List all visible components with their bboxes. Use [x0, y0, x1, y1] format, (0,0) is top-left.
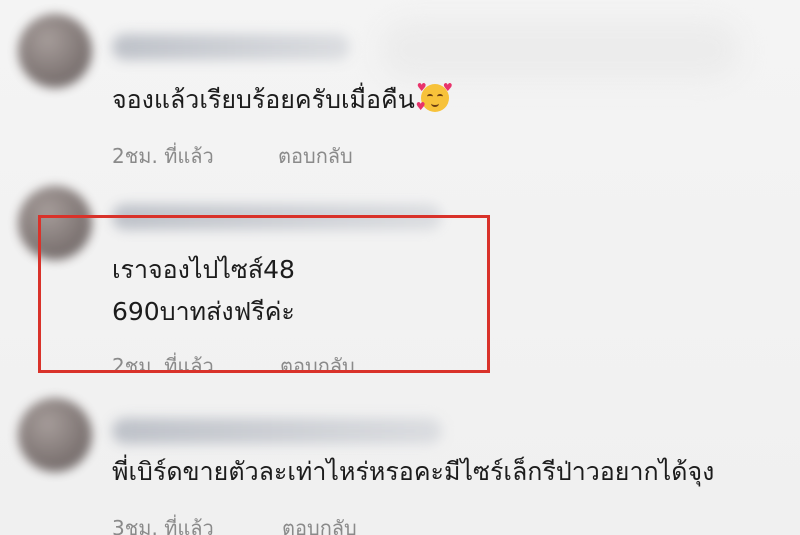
avatar[interactable]	[18, 14, 92, 88]
reply-button[interactable]: ตอบกลับ	[278, 140, 353, 172]
comment-text: จองแล้วเรียบร้อยครับเมื่อคืน ♥ ♥ ♥	[112, 80, 453, 120]
comment-timestamp: 3ชม. ที่แล้ว	[112, 516, 214, 535]
comment-text: พี่เบิร์ดขายตัวละเท่าไหร่หรอคะมีไซร์เล็ก…	[112, 457, 715, 486]
smiling-face-with-hearts-icon: ♥ ♥ ♥	[415, 81, 453, 113]
username-blurred[interactable]	[112, 34, 350, 60]
highlight-annotation-box	[38, 215, 490, 373]
comment-timestamp: 2ชม. ที่แล้ว	[112, 144, 214, 168]
username-blurred[interactable]	[112, 418, 442, 444]
avatar[interactable]	[18, 398, 92, 472]
comment-text-content: จองแล้วเรียบร้อยครับเมื่อคืน	[112, 85, 415, 114]
background-blur	[380, 20, 740, 80]
comments-screen: จองแล้วเรียบร้อยครับเมื่อคืน ♥ ♥ ♥ 2ชม. ที่…	[0, 0, 800, 535]
reply-button[interactable]: ตอบกลับ	[282, 512, 357, 535]
